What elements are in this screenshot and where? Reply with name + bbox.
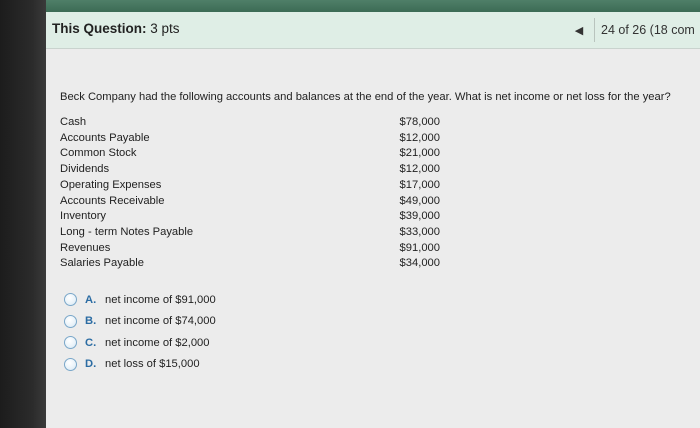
table-row: Accounts Payable $12,000 bbox=[60, 131, 440, 147]
answer-options: A. net income of $91,000 B. net income o… bbox=[64, 289, 216, 375]
account-name: Inventory bbox=[60, 210, 107, 223]
account-amount: $91,000 bbox=[399, 241, 440, 254]
account-amount: $12,000 bbox=[399, 131, 440, 144]
account-name: Accounts Payable bbox=[60, 131, 150, 144]
question-screen: This Question: 3 pts ◀ 24 of 26 (18 com … bbox=[46, 12, 700, 428]
account-name: Operating Expenses bbox=[60, 178, 162, 191]
option-letter: C. bbox=[85, 336, 97, 349]
account-amount: $21,000 bbox=[399, 147, 440, 160]
table-row: Inventory $39,000 bbox=[60, 209, 440, 225]
account-name: Salaries Payable bbox=[60, 257, 144, 270]
question-content: Beck Company had the following accounts … bbox=[46, 49, 700, 428]
account-amount: $17,000 bbox=[399, 178, 440, 191]
previous-question-button[interactable]: ◀ bbox=[568, 18, 590, 42]
option-letter: D. bbox=[85, 358, 97, 371]
option-d[interactable]: D. net loss of $15,000 bbox=[64, 354, 216, 376]
nav-divider bbox=[594, 18, 595, 42]
account-name: Accounts Receivable bbox=[60, 194, 165, 207]
option-text: net income of $91,000 bbox=[105, 293, 216, 306]
account-name: Revenues bbox=[60, 241, 111, 254]
account-amount: $33,000 bbox=[399, 225, 440, 238]
option-letter: A. bbox=[85, 293, 97, 306]
account-name: Dividends bbox=[60, 163, 110, 176]
question-progress: 24 of 26 (18 com bbox=[601, 23, 695, 37]
radio-button[interactable] bbox=[64, 357, 77, 371]
option-letter: B. bbox=[85, 315, 97, 328]
question-navigation: ◀ 24 of 26 (18 com bbox=[568, 16, 700, 44]
option-text: net loss of $15,000 bbox=[105, 358, 200, 371]
question-text: Beck Company had the following accounts … bbox=[60, 91, 671, 103]
account-name: Common Stock bbox=[60, 147, 137, 160]
table-row: Salaries Payable $34,000 bbox=[60, 256, 440, 272]
accounts-table: Cash $78,000 Accounts Payable $12,000 Comm… bbox=[60, 115, 440, 272]
table-row: Dividends $12,000 bbox=[60, 162, 440, 178]
table-row: Revenues $91,000 bbox=[60, 241, 440, 257]
table-row: Operating Expenses $17,000 bbox=[60, 178, 440, 194]
account-amount: $49,000 bbox=[399, 194, 440, 207]
table-row: Accounts Receivable $49,000 bbox=[60, 194, 440, 210]
account-amount: $39,000 bbox=[399, 210, 440, 223]
option-b[interactable]: B. net income of $74,000 bbox=[64, 311, 216, 333]
option-a[interactable]: A. net income of $91,000 bbox=[64, 289, 216, 311]
left-triangle-icon: ◀ bbox=[574, 24, 584, 37]
radio-button[interactable] bbox=[64, 336, 77, 350]
question-header: This Question: 3 pts ◀ 24 of 26 (18 com bbox=[46, 12, 700, 49]
table-row: Long - term Notes Payable $33,000 bbox=[60, 225, 440, 241]
table-row: Common Stock $21,000 bbox=[60, 146, 440, 162]
account-amount: $78,000 bbox=[399, 116, 440, 128]
radio-button[interactable] bbox=[64, 314, 77, 328]
account-amount: $12,000 bbox=[399, 163, 440, 176]
account-name: Cash bbox=[60, 116, 87, 128]
table-row: Cash $78,000 bbox=[60, 115, 440, 131]
monitor-bezel bbox=[0, 0, 46, 428]
radio-button[interactable] bbox=[64, 293, 77, 307]
account-name: Long - term Notes Payable bbox=[60, 225, 194, 238]
points-value: 3 pts bbox=[150, 21, 180, 36]
title-label: This Question: bbox=[52, 21, 147, 36]
option-text: net income of $74,000 bbox=[105, 315, 216, 328]
option-text: net income of $2,000 bbox=[105, 336, 210, 349]
option-c[interactable]: C. net income of $2,000 bbox=[64, 332, 216, 354]
account-amount: $34,000 bbox=[399, 257, 440, 270]
question-points-title: This Question: 3 pts bbox=[52, 21, 180, 36]
top-accent-bar bbox=[46, 0, 700, 12]
